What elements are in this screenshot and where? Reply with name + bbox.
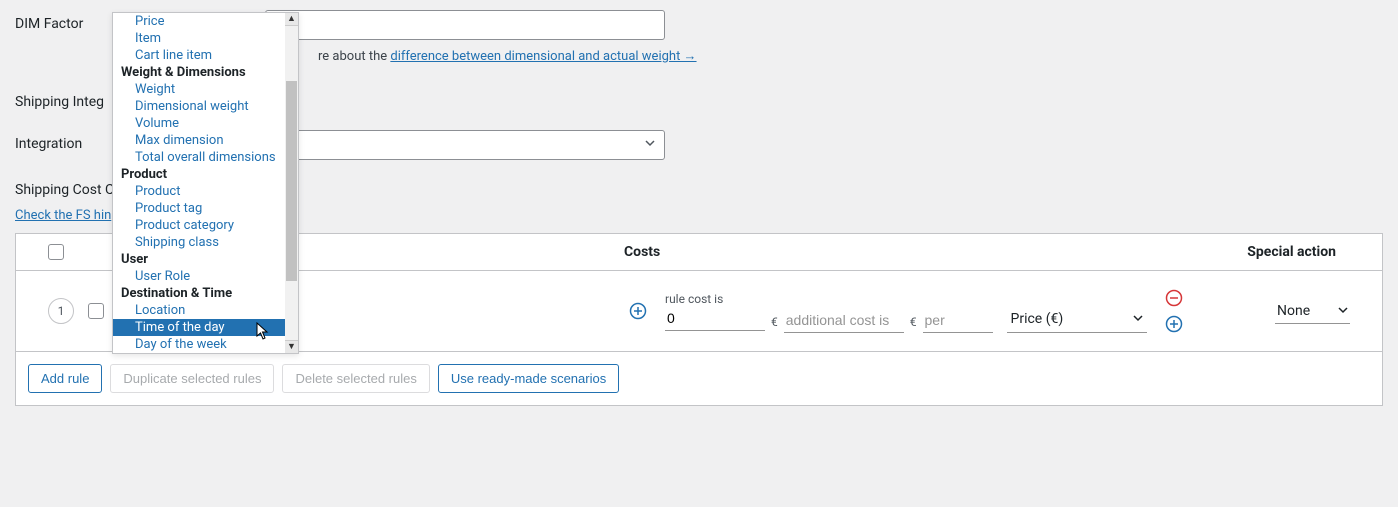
currency-symbol-2: € <box>910 315 917 329</box>
dropdown-item[interactable]: Cart line item <box>113 47 285 64</box>
fs-hint-link[interactable]: Check the FS hin <box>15 208 111 223</box>
dim-hint-text: re about the <box>318 49 390 64</box>
dropdown-item[interactable]: Max dimension <box>113 132 285 149</box>
remove-cost-icon[interactable] <box>1165 289 1183 307</box>
dropdown-item[interactable]: Weight <box>113 81 285 98</box>
header-costs: Costs <box>624 244 660 260</box>
rule-cost-label: rule cost is <box>665 292 765 306</box>
dropdown-scrollbar[interactable] <box>285 26 298 340</box>
integration-select[interactable] <box>265 130 665 160</box>
dropdown-scroll-up-icon[interactable]: ▲ <box>285 13 298 26</box>
rules-table-footer: Add rule Duplicate selected rules Delete… <box>16 351 1382 405</box>
select-all-checkbox[interactable] <box>48 244 64 260</box>
chevron-down-icon <box>1133 311 1143 327</box>
dropdown-item[interactable]: User Role <box>113 268 285 285</box>
dropdown-body: PriceItemCart line itemWeight & Dimensio… <box>113 13 298 353</box>
dropdown-group-label: User <box>113 251 285 268</box>
chevron-down-icon <box>644 137 656 153</box>
dropdown-item[interactable]: Shipping class <box>113 234 285 251</box>
add-cost-icon[interactable] <box>1165 315 1183 333</box>
scenarios-button[interactable]: Use ready-made scenarios <box>438 364 619 393</box>
special-action-value: None <box>1277 303 1310 319</box>
dropdown-scroll-down-icon[interactable]: ▼ <box>285 340 298 353</box>
dim-hint-link[interactable]: difference between dimensional and actua… <box>390 49 696 64</box>
dropdown-item[interactable]: Day of the week <box>113 336 285 353</box>
special-action-select[interactable]: None <box>1275 298 1350 324</box>
dropdown-item[interactable]: Product category <box>113 217 285 234</box>
rule-index-badge: 1 <box>48 298 74 324</box>
price-basis-select[interactable]: Price (€) <box>1007 305 1147 333</box>
currency-symbol-1: € <box>771 315 778 329</box>
dropdown-group-label: Product <box>113 166 285 183</box>
dropdown-group-label: Destination & Time <box>113 285 285 302</box>
price-basis-value: Price (€) <box>1011 311 1064 327</box>
dropdown-group-label: Weight & Dimensions <box>113 64 285 81</box>
dropdown-item[interactable]: Product tag <box>113 200 285 217</box>
condition-dropdown[interactable]: ▲ ▼ PriceItemCart line itemWeight & Dime… <box>112 12 299 354</box>
dropdown-item[interactable]: Volume <box>113 115 285 132</box>
delete-rules-button: Delete selected rules <box>282 364 429 393</box>
per-input[interactable] <box>923 308 993 333</box>
dropdown-item[interactable]: Product <box>113 183 285 200</box>
chevron-down-icon <box>1338 303 1348 319</box>
dim-hint: re about the difference between dimensio… <box>318 48 1383 64</box>
dropdown-item[interactable]: Location <box>113 302 285 319</box>
add-rule-button[interactable]: Add rule <box>28 364 102 393</box>
header-checkbox-col <box>28 244 84 260</box>
add-condition-icon[interactable] <box>629 302 647 320</box>
header-special: Special action <box>1247 244 1336 260</box>
dropdown-item[interactable]: Price <box>113 13 285 30</box>
dim-factor-input[interactable] <box>265 10 665 40</box>
dropdown-item[interactable]: Time of the day <box>113 319 285 336</box>
rule-cost-input[interactable] <box>665 306 765 331</box>
duplicate-rules-button: Duplicate selected rules <box>110 364 274 393</box>
dropdown-item[interactable]: Dimensional weight <box>113 98 285 115</box>
rule-checkbox[interactable] <box>88 303 104 319</box>
dropdown-scroll-thumb[interactable] <box>286 81 297 281</box>
additional-cost-input[interactable] <box>784 308 904 333</box>
dropdown-item[interactable]: Total overall dimensions <box>113 149 285 166</box>
dropdown-item[interactable]: Item <box>113 30 285 47</box>
